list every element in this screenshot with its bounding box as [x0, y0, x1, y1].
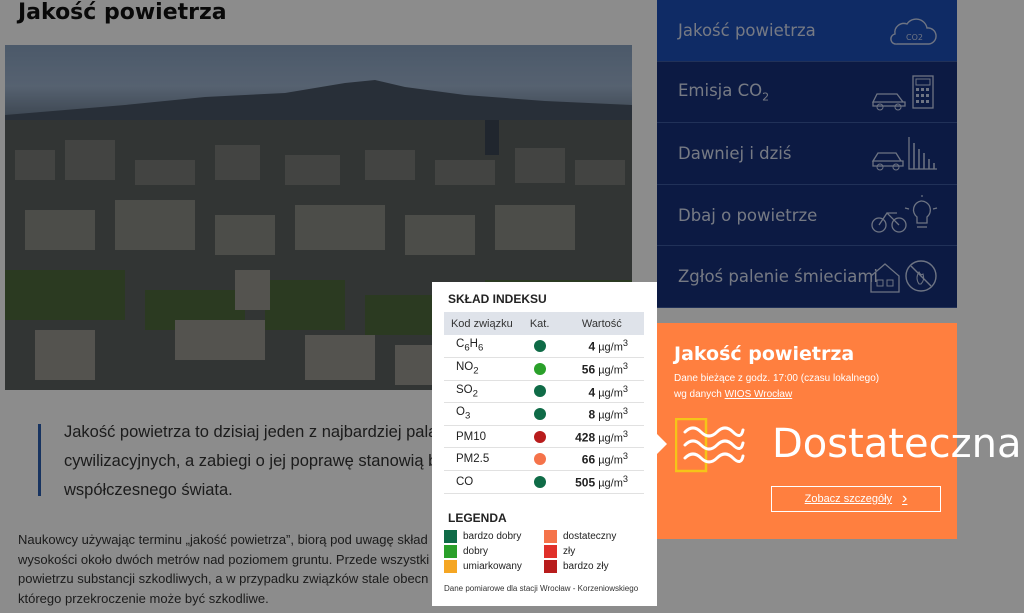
- legend-item: bardzo dobry: [444, 530, 521, 543]
- category-dot: [533, 385, 546, 398]
- station-footnote: Dane pomiarowe dla stacji Wrocław - Korz…: [444, 584, 639, 593]
- table-row: O3 8 µg/m3: [444, 402, 644, 426]
- menu-item-co2-emission[interactable]: Emisja CO2: [657, 61, 957, 124]
- column-header-code: Kod związku: [444, 312, 520, 335]
- house-no-burning-icon: [870, 260, 937, 294]
- legend-item: bardzo zły: [544, 560, 609, 573]
- category-dot: [533, 453, 546, 466]
- air-quality-card-subtitle: Dane bieżące z godz. 17:00 (czasu lokaln…: [674, 373, 880, 400]
- table-row: PM10 428 µg/m3: [444, 425, 644, 449]
- car-chart-icon: [871, 137, 937, 171]
- legend-item: dobry: [444, 545, 488, 558]
- bike-bulb-icon: [871, 194, 938, 233]
- table-row: SO2 4 µg/m3: [444, 380, 644, 404]
- table-row: PM2.5 66 µg/m3: [444, 447, 644, 472]
- category-dot: [533, 362, 546, 375]
- category-dot: [533, 475, 546, 488]
- cloud-co2-icon: CO2: [890, 18, 937, 45]
- category-dot: [533, 430, 546, 443]
- svg-text:CO2: CO2: [906, 33, 923, 42]
- column-header-category: Kat.: [519, 312, 560, 335]
- legend-item: dostateczny: [544, 530, 616, 543]
- side-menu: Jakość powietrza CO2 Emisja CO2 Dawniej …: [657, 0, 957, 308]
- chevron-right-icon: ›: [902, 490, 908, 507]
- column-header-value: Wartość: [559, 312, 644, 335]
- menu-item-past-and-now[interactable]: Dawniej i dziś: [657, 123, 957, 185]
- quote-accent-bar: [38, 424, 41, 496]
- index-composition-popup: SKŁAD INDEKSU Kod związku Kat. Wartość C…: [432, 282, 657, 606]
- table-row: CO 505 µg/m3: [444, 470, 644, 494]
- popup-pointer: [656, 433, 667, 455]
- category-dot: [533, 408, 546, 421]
- legend-title: LEGENDA: [448, 511, 507, 525]
- wios-link[interactable]: WIOS Wrocław: [725, 389, 793, 400]
- menu-item-label: Dbaj o powietrze: [678, 205, 818, 225]
- air-quality-card-title: Jakość powietrza: [674, 343, 855, 365]
- car-calculator-icon: [871, 74, 934, 111]
- air-quality-status: Dostateczna: [772, 421, 1022, 467]
- legend-item: umiarkowany: [444, 560, 522, 573]
- menu-item-label: Jakość powietrza: [678, 20, 816, 40]
- menu-item-care-for-air[interactable]: Dbaj o powietrze: [657, 184, 957, 247]
- table-row: C6H6 4 µg/m3: [444, 335, 644, 359]
- table-row: NO2 56 µg/m3: [444, 357, 644, 381]
- menu-item-label: Dawniej i dziś: [678, 143, 792, 163]
- menu-item-label: Zgłoś palenie śmieciami: [678, 267, 878, 287]
- legend-item: zły: [544, 545, 575, 558]
- pollutant-table: Kod związku Kat. Wartość C6H6 4 µg/m3 NO…: [444, 312, 644, 494]
- details-button[interactable]: Zobacz szczegóły ›: [771, 486, 941, 512]
- popup-title: SKŁAD INDEKSU: [448, 292, 547, 306]
- menu-item-air-quality[interactable]: Jakość powietrza CO2: [657, 0, 957, 62]
- category-dot: [533, 340, 546, 353]
- page-title: Jakość powietrza: [18, 0, 227, 25]
- air-quality-card: Jakość powietrza Dane bieżące z godz. 17…: [657, 323, 1021, 539]
- air-waves-icon: [675, 418, 745, 473]
- menu-item-report-burning[interactable]: Zgłoś palenie śmieciami: [657, 246, 957, 308]
- menu-item-label: Emisja CO2: [678, 80, 770, 104]
